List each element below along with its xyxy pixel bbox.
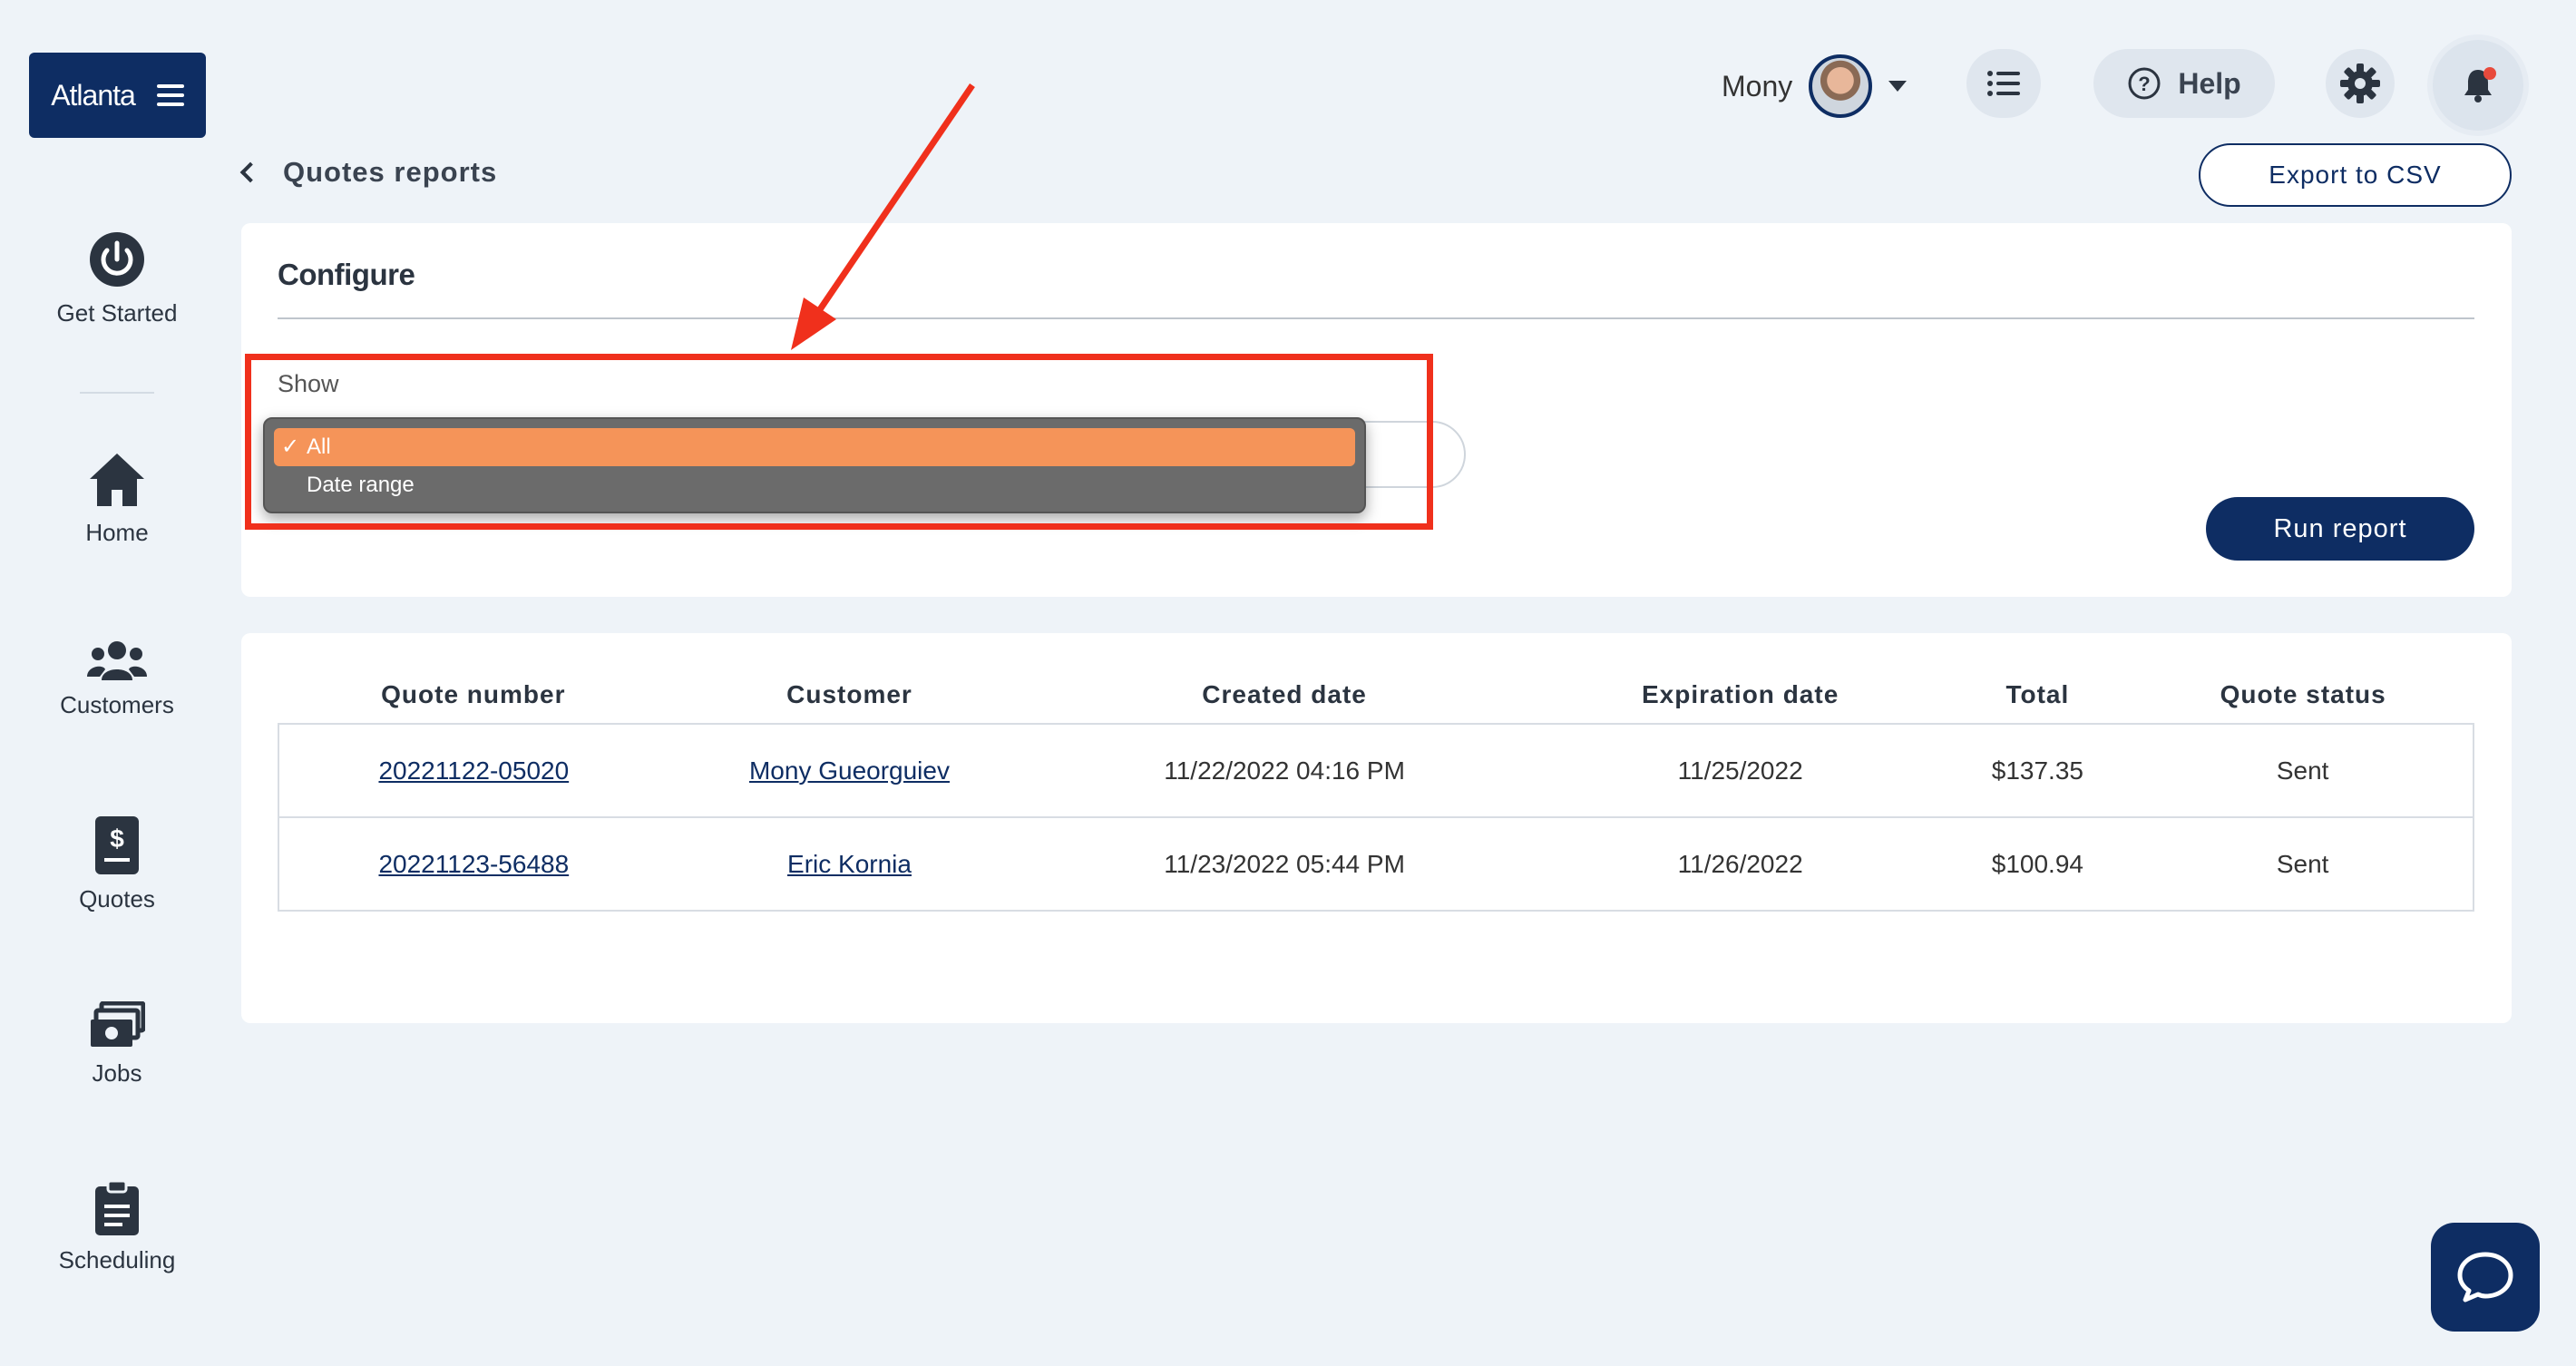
sidebar-divider bbox=[80, 392, 154, 394]
notifications-button[interactable] bbox=[2433, 40, 2523, 131]
results-card: Quote number Customer Created date Expir… bbox=[241, 633, 2512, 1023]
sidebar-item-quotes[interactable]: $ Quotes bbox=[36, 816, 198, 913]
column-header: Quote status bbox=[2220, 679, 2386, 708]
expiration-date-cell: 11/26/2022 bbox=[1537, 816, 1943, 912]
svg-text:$: $ bbox=[110, 824, 124, 853]
sidebar-item-get-started[interactable]: Get Started bbox=[36, 230, 198, 327]
total-cell: $137.35 bbox=[1942, 723, 2133, 818]
cash-icon bbox=[91, 1001, 145, 1047]
customer-link[interactable]: Eric Kornia bbox=[787, 850, 912, 878]
option-all[interactable]: ✓ All bbox=[274, 428, 1355, 466]
show-label: Show bbox=[278, 370, 339, 397]
quote-icon: $ bbox=[95, 816, 139, 874]
chat-widget-button[interactable] bbox=[2431, 1223, 2540, 1332]
svg-text:?: ? bbox=[2139, 73, 2151, 95]
sidebar-item-scheduling[interactable]: Scheduling bbox=[36, 1181, 198, 1274]
status-cell: Sent bbox=[2132, 723, 2474, 818]
hamburger-icon bbox=[156, 84, 184, 106]
quotes-table: Quote number Customer Created date Expir… bbox=[278, 666, 2474, 912]
expiration-date-cell: 11/25/2022 bbox=[1537, 723, 1943, 818]
help-label: Help bbox=[2178, 66, 2241, 100]
power-icon bbox=[90, 232, 144, 287]
sidebar-item-label: Scheduling bbox=[58, 1246, 176, 1273]
option-label: All bbox=[307, 434, 331, 459]
run-report-button[interactable]: Run report bbox=[2206, 497, 2474, 561]
column-header: Customer bbox=[786, 679, 912, 708]
total-cell: $100.94 bbox=[1942, 816, 2133, 912]
quote-number-link[interactable]: 20221123-56488 bbox=[378, 850, 569, 878]
list-icon bbox=[1987, 71, 2020, 96]
divider bbox=[278, 317, 2474, 319]
table-header-row: Quote number Customer Created date Expir… bbox=[278, 666, 2474, 724]
sidebar-item-label: Quotes bbox=[79, 885, 155, 912]
chevron-left-icon bbox=[239, 161, 261, 183]
option-label: Date range bbox=[307, 473, 415, 497]
sidebar-item-customers[interactable]: Customers bbox=[36, 640, 198, 719]
customer-cell: Mony Gueorguiev bbox=[668, 723, 1031, 818]
users-icon bbox=[87, 641, 147, 680]
chevron-down-icon bbox=[1888, 81, 1908, 92]
checkmark-icon: ✓ bbox=[281, 434, 300, 459]
column-header: Created date bbox=[1202, 679, 1367, 708]
customer-link[interactable]: Mony Gueorguiev bbox=[749, 756, 950, 785]
option-date-range[interactable]: Date range bbox=[274, 466, 1355, 504]
status-cell: Sent bbox=[2132, 816, 2474, 912]
quote-number-link[interactable]: 20221122-05020 bbox=[378, 756, 569, 785]
brand-menu-button[interactable]: Atlanta bbox=[29, 53, 206, 138]
gear-icon bbox=[2340, 63, 2380, 103]
settings-button[interactable] bbox=[2326, 49, 2395, 118]
sidebar-item-home[interactable]: Home bbox=[36, 452, 198, 547]
configure-card: Configure Show ✓ All Date range Run repo… bbox=[241, 223, 2512, 597]
chat-bubble-icon bbox=[2457, 1252, 2513, 1303]
sidebar-item-jobs[interactable]: Jobs bbox=[36, 1001, 198, 1088]
sidebar-item-label: Home bbox=[85, 519, 149, 546]
quote-number-cell: 20221122-05020 bbox=[278, 723, 668, 818]
show-dropdown-menu[interactable]: ✓ All Date range bbox=[263, 417, 1366, 513]
back-link[interactable]: Quotes reports bbox=[239, 156, 498, 189]
column-header: Quote number bbox=[381, 679, 566, 708]
table-row: 20221123-56488 Eric Kornia 11/23/2022 05… bbox=[278, 816, 2474, 912]
user-name: Mony bbox=[1722, 69, 1793, 102]
avatar bbox=[1809, 54, 1873, 118]
export-csv-button[interactable]: Export to CSV bbox=[2199, 143, 2512, 207]
sidebar-item-label: Customers bbox=[60, 691, 174, 718]
task-list-button[interactable] bbox=[1966, 49, 2041, 118]
page-title: Quotes reports bbox=[283, 156, 498, 188]
created-date-cell: 11/22/2022 04:16 PM bbox=[1030, 723, 1538, 818]
brand-name: Atlanta bbox=[51, 78, 136, 112]
user-menu[interactable]: Mony bbox=[1722, 54, 1908, 118]
question-circle-icon: ? bbox=[2128, 67, 2161, 100]
sidebar-item-label: Jobs bbox=[92, 1059, 142, 1087]
created-date-cell: 11/23/2022 05:44 PM bbox=[1030, 816, 1538, 912]
clipboard-icon bbox=[95, 1181, 139, 1235]
help-button[interactable]: ? Help bbox=[2093, 49, 2275, 118]
quote-number-cell: 20221123-56488 bbox=[278, 816, 668, 912]
customer-cell: Eric Kornia bbox=[668, 816, 1031, 912]
column-header: Total bbox=[2005, 679, 2070, 708]
home-icon bbox=[90, 454, 144, 506]
configure-title: Configure bbox=[278, 258, 415, 291]
table-row: 20221122-05020 Mony Gueorguiev 11/22/202… bbox=[278, 723, 2474, 818]
sidebar-item-label: Get Started bbox=[56, 299, 178, 327]
column-header: Expiration date bbox=[1642, 679, 1839, 708]
notification-dot bbox=[2483, 67, 2496, 80]
